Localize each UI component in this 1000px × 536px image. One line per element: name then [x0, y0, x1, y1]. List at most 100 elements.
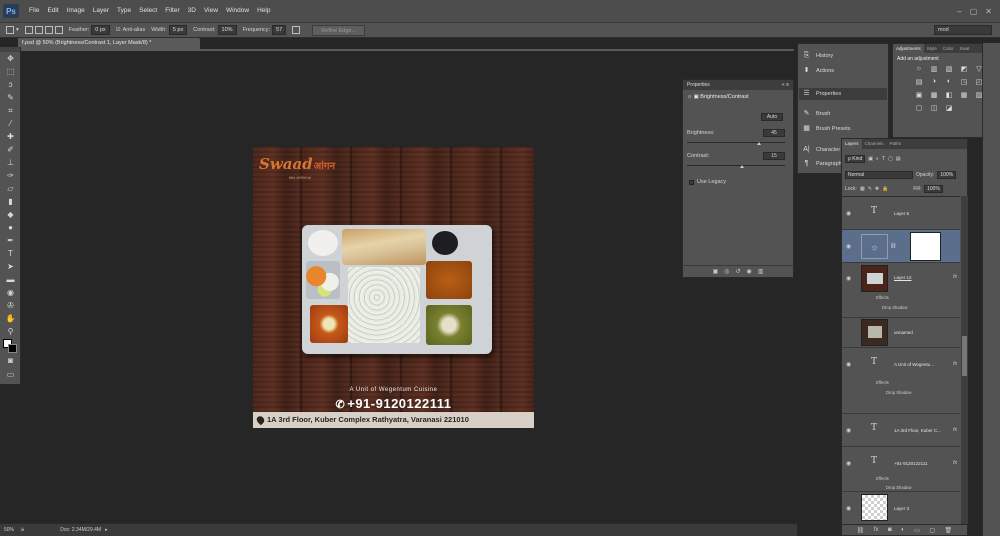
menu-help[interactable]: Help: [253, 0, 274, 22]
layer-row[interactable]: ◉ Layer 3: [842, 492, 960, 524]
posterize-icon[interactable]: ◧: [943, 91, 955, 104]
lasso-tool-preset[interactable]: ▾: [6, 26, 19, 34]
visibility-icon[interactable]: ◉: [747, 268, 752, 275]
menu-file[interactable]: File: [25, 0, 43, 22]
black-white-icon[interactable]: ◐: [943, 78, 955, 91]
history-panel-button[interactable]: ⎘ History: [802, 52, 833, 60]
lock-position-icon[interactable]: ✥: [875, 186, 879, 192]
healing-tool-icon[interactable]: ✚: [0, 130, 21, 143]
tab-swatches[interactable]: Swat: [957, 44, 973, 53]
add-mask-icon[interactable]: ◙: [888, 527, 892, 533]
delete-icon[interactable]: ▥: [758, 268, 764, 275]
contrast-slider[interactable]: [687, 165, 785, 166]
lock-all-icon[interactable]: 🔒: [882, 186, 888, 192]
visibility-eye-icon[interactable]: ◉: [846, 427, 851, 434]
tab-styles[interactable]: Style: [924, 44, 940, 53]
visibility-eye-icon[interactable]: ◉: [846, 361, 851, 368]
status-menu-icon[interactable]: ▸: [105, 527, 108, 533]
menu-image[interactable]: Image: [63, 0, 89, 22]
tab-adjustments[interactable]: Adjustments: [893, 44, 924, 53]
layer-row-selected[interactable]: ◉ ☼ ⛓: [842, 230, 960, 263]
tablet-pressure-icon[interactable]: [292, 26, 301, 34]
hdr-toning-icon[interactable]: ◪: [943, 104, 955, 117]
clip-to-layer-icon[interactable]: ▣: [713, 268, 719, 275]
doc-size[interactable]: Doc: 2.34M/29.4M: [60, 527, 101, 533]
tab-layers[interactable]: Layers: [842, 139, 862, 149]
new-layer-icon[interactable]: ▢: [929, 527, 935, 534]
brush-presets-panel-button[interactable]: ▦ Brush Presets: [802, 125, 850, 133]
visibility-eye-icon[interactable]: ◉: [846, 210, 851, 217]
brush-tool-icon[interactable]: ✐: [0, 143, 21, 156]
kind-filter-select[interactable]: ρ Kind: [845, 155, 866, 163]
zoom-tool-icon[interactable]: ⚲: [0, 325, 21, 338]
intersect-selection-icon[interactable]: [54, 26, 63, 34]
brightness-slider[interactable]: [687, 142, 785, 143]
selective-color-icon[interactable]: ▢: [913, 104, 925, 117]
contrast-input[interactable]: 15: [763, 152, 785, 160]
properties-panel-header[interactable]: Properties « ≡: [683, 80, 793, 90]
new-selection-icon[interactable]: [24, 26, 33, 34]
minimize-icon[interactable]: –: [957, 7, 961, 16]
hue-saturation-icon[interactable]: ▤: [913, 78, 925, 91]
blend-mode-select[interactable]: Normal: [845, 171, 913, 179]
layer-fx-icon[interactable]: fx: [953, 361, 957, 367]
layer-row[interactable]: ◉ T A Unit of Wegentu... fx Effects Drop…: [842, 348, 960, 414]
marquee-tool-icon[interactable]: ⬚: [0, 65, 21, 78]
layer-fx-icon[interactable]: fx: [953, 427, 957, 433]
gradient-tool-icon[interactable]: ▮: [0, 195, 21, 208]
color-lookup-icon[interactable]: ▣: [913, 91, 925, 104]
path-select-tool-icon[interactable]: ➤: [0, 260, 21, 273]
layer-fx-icon[interactable]: fx: [953, 274, 957, 280]
link-layers-icon[interactable]: ⛓: [857, 527, 865, 534]
screen-mode-icon[interactable]: ▭: [0, 368, 21, 381]
photo-filter-icon[interactable]: ◳: [958, 78, 970, 91]
menu-edit[interactable]: Edit: [43, 0, 62, 22]
properties-tab[interactable]: Properties: [687, 82, 710, 88]
tab-channels[interactable]: Channels: [862, 139, 887, 149]
hand-tool-icon[interactable]: ✋: [0, 312, 21, 325]
visibility-eye-icon[interactable]: ◉: [846, 460, 851, 467]
filter-smart-icon[interactable]: ▤: [896, 156, 901, 162]
lock-pixels-icon[interactable]: ✎: [868, 186, 872, 192]
panel-menu-icon[interactable]: « ≡: [782, 80, 789, 90]
menu-layer[interactable]: Layer: [89, 0, 113, 22]
exposure-icon[interactable]: ◩: [958, 65, 970, 78]
layer-mask-thumbnail[interactable]: [910, 232, 941, 261]
layer-row[interactable]: ◉ Layer 12 fx Effects Drop Shadow: [842, 263, 960, 318]
auto-button[interactable]: Auto: [761, 113, 783, 121]
export-icon[interactable]: ⇲: [20, 527, 24, 533]
actions-panel-button[interactable]: ⬍ Actions: [802, 67, 834, 75]
eraser-tool-icon[interactable]: ▱: [0, 182, 21, 195]
refine-edge-button[interactable]: Refine Edge...: [312, 24, 366, 36]
layer-row[interactable]: ◉ T Layer 5: [842, 197, 960, 230]
visibility-eye-icon[interactable]: ◉: [846, 275, 851, 282]
layer-row[interactable]: ◉ T +91-9120122111 fx Effects Drop Shado…: [842, 447, 960, 492]
stamp-tool-icon[interactable]: ⊥: [0, 156, 21, 169]
tab-paths[interactable]: Paths: [887, 139, 905, 149]
frequency-input[interactable]: 57: [272, 25, 287, 35]
menu-window[interactable]: Window: [222, 0, 253, 22]
eyedropper-tool-icon[interactable]: ⁄: [0, 117, 21, 130]
curves-icon[interactable]: ▧: [943, 65, 955, 78]
move-tool-icon[interactable]: ✥: [0, 52, 21, 65]
quick-select-tool-icon[interactable]: ✎: [0, 91, 21, 104]
opacity-input[interactable]: 100%: [937, 171, 957, 179]
lock-transparency-icon[interactable]: ▦: [860, 186, 865, 192]
canvas-image[interactable]: Swaadआंगन स्वाद अपनेपन का A Unit of Wege…: [253, 147, 534, 428]
layers-scrollbar[interactable]: [961, 196, 968, 524]
menu-filter[interactable]: Filter: [161, 0, 183, 22]
document-tab[interactable]: f.psd @ 50% (Brightness/Contrast 1, Laye…: [18, 38, 200, 49]
history-brush-icon[interactable]: ✑: [0, 169, 21, 182]
pen-tool-icon[interactable]: ✒: [0, 234, 21, 247]
workspace-select[interactable]: mod: [934, 25, 992, 35]
brush-panel-button[interactable]: ✎ Brush: [802, 110, 831, 118]
brightness-input[interactable]: 45: [763, 129, 785, 137]
shape-tool-icon[interactable]: ▬: [0, 273, 21, 286]
view-previous-icon[interactable]: ◎: [724, 268, 729, 275]
new-group-icon[interactable]: ▭: [914, 527, 920, 534]
feather-input[interactable]: 0 px: [91, 25, 110, 35]
3d-camera-tool-icon[interactable]: ✇: [0, 299, 21, 312]
use-legacy-checkbox[interactable]: [689, 180, 694, 185]
levels-icon[interactable]: ▥: [928, 65, 940, 78]
threshold-icon[interactable]: ▦: [958, 91, 970, 104]
